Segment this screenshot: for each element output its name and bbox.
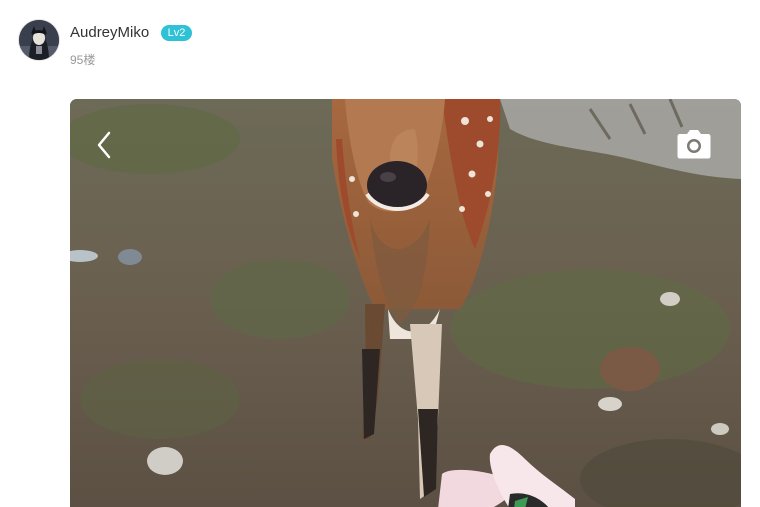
deer-photo	[70, 99, 741, 507]
level-badge: Lv2	[161, 25, 192, 41]
camera-button[interactable]	[674, 127, 714, 163]
author-name[interactable]: AudreyMiko	[70, 24, 149, 42]
prev-image-button[interactable]	[90, 127, 118, 163]
floor-number: 95楼	[70, 53, 96, 67]
avatar[interactable]	[19, 20, 59, 60]
post-floor: AudreyMiko Lv2 95楼	[0, 0, 760, 507]
camera-icon	[677, 130, 711, 159]
chevron-left-icon	[97, 131, 111, 159]
avatar-image	[19, 20, 59, 60]
post-image[interactable]	[70, 99, 741, 507]
